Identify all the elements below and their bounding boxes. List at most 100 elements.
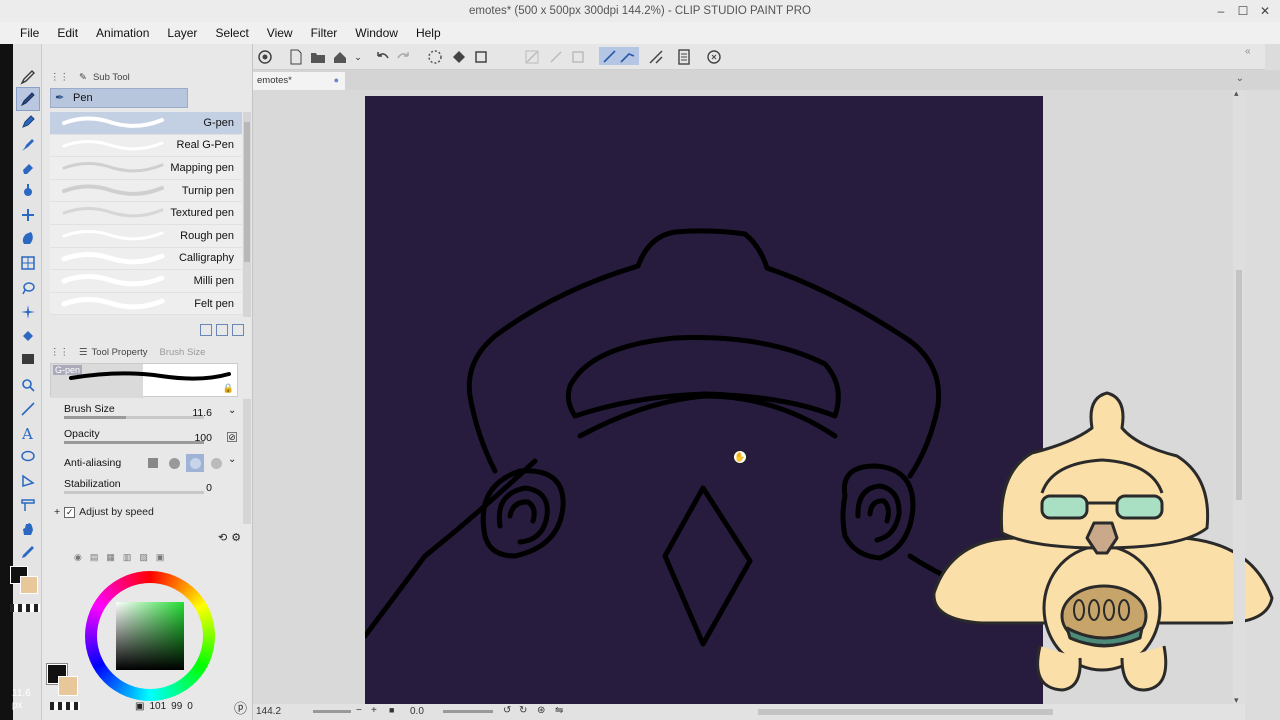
brush-item[interactable]: Mapping pen — [50, 157, 242, 180]
crop-icon[interactable] — [569, 48, 587, 66]
lock-icon[interactable]: 🔒 — [223, 383, 234, 394]
maximize-button[interactable]: ☐ — [1234, 2, 1252, 20]
brush-size-value[interactable]: 11.6 — [182, 407, 212, 419]
assets-icon[interactable] — [705, 48, 723, 66]
brightness-value[interactable]: 0 — [187, 701, 193, 712]
blend-tool-icon[interactable] — [17, 204, 39, 226]
brush-item[interactable]: Milli pen — [50, 270, 242, 293]
hue-value[interactable]: 101 — [149, 701, 166, 712]
settings-list-icon[interactable] — [675, 48, 693, 66]
zoom-slider[interactable] — [313, 710, 351, 713]
scroll-up-icon[interactable]: ▴ — [1234, 88, 1239, 99]
undo-icon[interactable] — [373, 48, 391, 66]
document-tab-close-icon[interactable]: ● — [334, 72, 339, 89]
zoom-out-icon[interactable]: − — [356, 705, 362, 716]
tool-property-tab[interactable]: Tool Property — [92, 347, 148, 358]
text-tool-icon[interactable]: A — [17, 422, 39, 444]
tab-list-chevron-icon[interactable]: ⌄ — [1236, 73, 1244, 84]
rotate-right-icon[interactable]: ↻ — [519, 705, 527, 716]
color-mode-icon[interactable]: ⓟ — [234, 698, 247, 717]
color-wheel[interactable] — [85, 571, 215, 701]
opacity-value[interactable]: 100 — [182, 432, 212, 444]
g-pen-tool-icon[interactable] — [16, 87, 40, 111]
eraser-tool-icon[interactable] — [17, 157, 39, 179]
brush-item[interactable]: Rough pen — [50, 224, 242, 248]
gradient-tool-icon[interactable] — [17, 348, 39, 370]
rotation-value[interactable]: 0.0 — [410, 706, 424, 717]
menu-help[interactable]: Help — [407, 22, 450, 44]
menu-filter[interactable]: Filter — [302, 22, 347, 44]
menu-animation[interactable]: Animation — [87, 22, 158, 44]
property-scrollbar[interactable] — [243, 399, 251, 524]
copy-subtool-icon[interactable] — [200, 324, 212, 336]
new-subtool-icon[interactable] — [216, 324, 228, 336]
antialias-weak-icon[interactable] — [165, 454, 183, 472]
adjust-by-speed-checkbox[interactable]: ✓ — [64, 506, 76, 518]
snap-to-ruler-icon[interactable] — [599, 47, 639, 65]
menu-file[interactable]: File — [11, 22, 48, 44]
collapse-icon[interactable]: « — [1245, 46, 1251, 57]
ruler-tool-icon[interactable] — [17, 494, 39, 516]
airbrush-tool-icon[interactable] — [17, 227, 39, 249]
open-file-icon[interactable] — [309, 48, 327, 66]
menu-window[interactable]: Window — [346, 22, 407, 44]
pen-group-tab[interactable]: ✒ Pen — [50, 88, 188, 108]
stabilization-value[interactable]: 0 — [192, 482, 212, 494]
figure-tool-icon[interactable] — [17, 374, 39, 396]
color-history-tab-icon[interactable]: ▣ — [156, 552, 165, 563]
color-set-tab-icon[interactable]: ▦ — [106, 552, 115, 563]
fill-selection-icon[interactable] — [450, 48, 468, 66]
rotation-slider[interactable] — [443, 710, 493, 713]
fit-icon[interactable]: ■ — [389, 705, 394, 715]
reset-rotation-icon[interactable]: ⊛ — [537, 705, 545, 716]
zoom-in-icon[interactable]: + — [371, 705, 377, 716]
canvas-vertical-scrollbar[interactable]: ▴ ▾ — [1233, 88, 1245, 705]
delete-subtool-icon[interactable] — [232, 324, 244, 336]
menu-layer[interactable]: Layer — [158, 22, 206, 44]
saturation-value[interactable]: 99 — [171, 701, 182, 712]
menu-select[interactable]: Select — [206, 22, 257, 44]
brush-tool-icon[interactable] — [17, 134, 39, 156]
deselect-icon[interactable] — [426, 48, 444, 66]
balloon-tool-icon[interactable] — [17, 446, 39, 468]
redo-icon[interactable] — [395, 48, 413, 66]
rotate-left-icon[interactable]: ↺ — [503, 705, 511, 716]
brush-size-tab[interactable]: Brush Size — [160, 347, 206, 358]
reset-icon[interactable]: ⟲ — [218, 531, 227, 544]
snap-to-grid-icon[interactable] — [647, 48, 665, 66]
menu-edit[interactable]: Edit — [48, 22, 87, 44]
pencil-tool-icon[interactable] — [17, 111, 39, 133]
clip-studio-icon[interactable] — [256, 48, 274, 66]
settings-icon[interactable]: ⚙ — [231, 531, 241, 544]
pen-tool-icon[interactable] — [17, 66, 39, 88]
intermediate-color-tab-icon[interactable]: ▥ — [123, 552, 132, 563]
minimize-button[interactable]: – — [1212, 2, 1230, 20]
saturation-value-square[interactable] — [116, 602, 184, 670]
sub-color-swatch[interactable] — [20, 576, 38, 594]
fill-tool-icon[interactable] — [17, 325, 39, 347]
brush-item[interactable]: Textured pen — [50, 202, 242, 225]
color-wheel-tab-icon[interactable]: ◉ — [74, 552, 82, 563]
opacity-link-icon[interactable]: ⊘ — [227, 432, 237, 442]
panel-sub-color[interactable] — [58, 676, 78, 696]
close-button[interactable]: ✕ — [1256, 2, 1274, 20]
antialias-none-icon[interactable] — [144, 454, 162, 472]
brush-list-scrollbar[interactable] — [243, 112, 251, 317]
antialias-menu-icon[interactable]: ⌄ — [228, 454, 236, 472]
frame-tool-icon[interactable] — [17, 470, 39, 492]
stabilization-track[interactable] — [64, 491, 204, 494]
expand-icon[interactable]: + — [54, 506, 60, 518]
clear-icon[interactable] — [523, 48, 541, 66]
decoration-tool-icon[interactable] — [17, 179, 39, 201]
approx-color-tab-icon[interactable]: ▨ — [139, 552, 148, 563]
clear-outside-icon[interactable] — [547, 48, 565, 66]
save-menu-chevron-icon[interactable]: ⌄ — [349, 48, 367, 66]
transparent-color-swatch[interactable] — [10, 604, 40, 612]
canvas-horizontal-scrollbar[interactable] — [758, 709, 1053, 715]
grid-tool-icon[interactable] — [17, 252, 39, 274]
save-icon[interactable] — [331, 48, 349, 66]
lasso-tool-icon[interactable] — [17, 277, 39, 299]
eyedropper-tool-icon[interactable] — [17, 541, 39, 563]
brush-size-menu-icon[interactable]: ⌄ — [228, 405, 236, 416]
antialias-medium-icon[interactable] — [186, 454, 204, 472]
